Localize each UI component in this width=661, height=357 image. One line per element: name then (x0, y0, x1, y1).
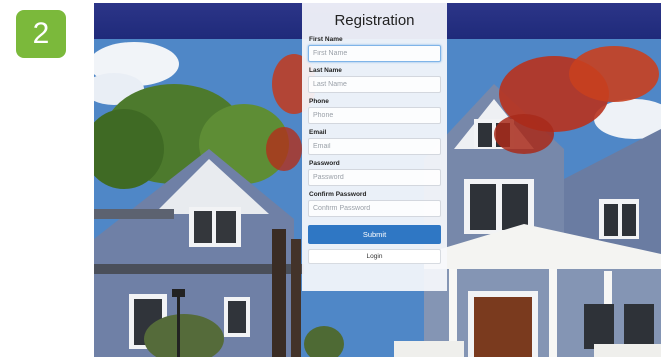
phone-input[interactable] (308, 107, 441, 124)
form-title: Registration (334, 12, 415, 29)
confirm-password-label: Confirm Password (309, 191, 367, 198)
email-input[interactable] (308, 138, 441, 155)
submit-button[interactable]: Submit (308, 225, 441, 244)
email-label: Email (309, 129, 327, 136)
login-button[interactable]: Login (308, 249, 441, 264)
password-label: Password (309, 160, 340, 167)
step-number-badge: 2 (16, 10, 66, 58)
registration-form: Registration First Name Last Name Phone … (302, 3, 447, 291)
last-name-input[interactable] (308, 76, 441, 93)
password-input[interactable] (308, 169, 441, 186)
first-name-input[interactable] (308, 45, 441, 62)
first-name-label: First Name (309, 36, 343, 43)
confirm-password-input[interactable] (308, 200, 441, 217)
last-name-label: Last Name (309, 67, 342, 74)
phone-label: Phone (309, 98, 329, 105)
app-screenshot: Registration First Name Last Name Phone … (94, 3, 661, 357)
